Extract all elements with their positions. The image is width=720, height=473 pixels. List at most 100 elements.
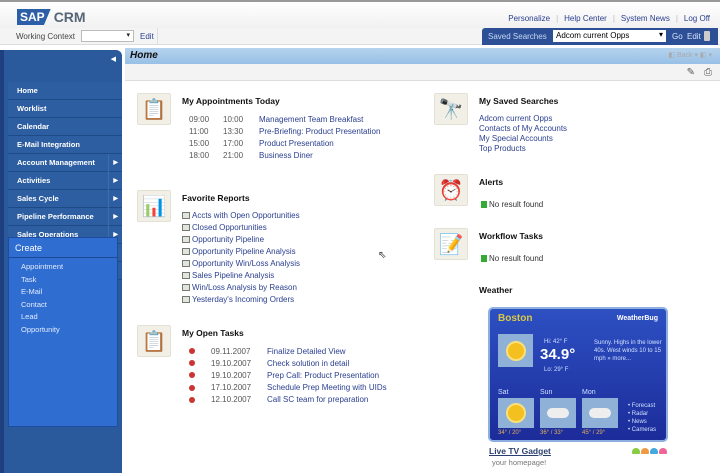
gadget-color-icons[interactable] — [632, 448, 667, 454]
report-item[interactable]: Sales Pipeline Analysis — [182, 269, 300, 281]
report-link[interactable]: Opportunity Win/Loss Analysis — [192, 259, 300, 268]
report-item[interactable]: Opportunity Win/Loss Analysis — [182, 258, 300, 270]
nav-item-e-mail-integration[interactable]: E-Mail Integration — [8, 136, 122, 154]
weather-link[interactable]: • News — [628, 418, 656, 426]
saved-search-link[interactable]: Contacts of My Accounts — [479, 124, 567, 133]
nav-item-pipeline-performance[interactable]: Pipeline Performance ▶ — [8, 208, 122, 226]
saved-searches-label: Saved Searches — [488, 32, 547, 41]
live-tv-gadget-link[interactable]: Live TV Gadget — [489, 446, 551, 456]
page-title: Home — [130, 50, 158, 61]
appointment-start: 09:00 — [189, 114, 210, 124]
go-button[interactable]: Go — [672, 32, 683, 41]
workflow-tasks-title: Workflow Tasks — [479, 231, 543, 241]
saved-searches-select[interactable]: Adcom current Opps ▾ — [553, 30, 666, 42]
task-clipboard-icon: 📋 — [137, 325, 171, 357]
nav-item-label: Pipeline Performance — [17, 212, 94, 221]
weather-more-link[interactable]: » more... — [607, 356, 631, 362]
appointment-end: 10:00 — [223, 114, 244, 124]
weather-widget[interactable]: Boston WeatherBug Hi: 42° F 34.9° Lo: 29… — [488, 307, 668, 442]
priority-high-icon — [189, 396, 195, 403]
appointment-link[interactable]: Pre-Briefing: Product Presentation — [259, 127, 380, 136]
weather-link[interactable]: • Radar — [628, 410, 656, 418]
working-context-edit-link[interactable]: Edit — [140, 32, 154, 41]
sap-crm-logo: SAP CRM — [17, 9, 86, 25]
log-off-link[interactable]: Log Off — [684, 14, 710, 23]
nav-item-calendar[interactable]: Calendar — [8, 118, 122, 136]
nav-item-activities[interactable]: Activities ▶ — [8, 172, 122, 190]
nav-item-worklist[interactable]: Worklist — [8, 100, 122, 118]
chevron-right-icon[interactable]: ▶ — [108, 172, 118, 190]
report-item[interactable]: Yesterday's Incoming Orders — [182, 293, 300, 305]
binoculars-icon: 🔭 — [434, 93, 468, 125]
report-item[interactable]: Win/Loss Analysis by Reason — [182, 281, 300, 293]
back-button[interactable]: ◧ Back ▾ ◧ ▾ — [668, 51, 712, 59]
open-tasks-title: My Open Tasks — [182, 328, 244, 338]
report-icon — [182, 271, 190, 279]
saved-search-link[interactable]: Top Products — [479, 144, 526, 153]
nav-item-sales-cycle[interactable]: Sales Cycle ▶ — [8, 190, 122, 208]
gadget-subtitle: your homepage! — [492, 458, 547, 467]
forecast-day-name: Mon — [582, 389, 596, 396]
chevron-right-icon[interactable]: ▶ — [108, 208, 118, 226]
chevron-right-icon[interactable]: ▶ — [108, 190, 118, 208]
weather-city: Boston — [498, 313, 533, 324]
trash-icon[interactable] — [704, 31, 710, 41]
partly-cloudy-icon — [540, 398, 576, 428]
edit-pencil-icon[interactable]: ✎ — [687, 67, 695, 78]
create-appointment[interactable]: Appointment — [9, 261, 117, 274]
report-link[interactable]: Win/Loss Analysis by Reason — [192, 283, 297, 292]
task-row: 09.11.2007 Finalize Detailed View — [182, 345, 387, 357]
task-link[interactable]: Prep Call: Product Presentation — [267, 371, 379, 380]
system-news-link[interactable]: System News — [621, 14, 670, 23]
task-link[interactable]: Finalize Detailed View — [267, 347, 346, 356]
report-item[interactable]: Closed Opportunities — [182, 222, 300, 234]
nav-item-home[interactable]: Home — [8, 82, 122, 100]
collapse-sidebar-icon[interactable]: ◀ — [111, 55, 116, 63]
create-task[interactable]: Task — [9, 274, 117, 287]
create-opportunity[interactable]: Opportunity — [9, 324, 117, 337]
working-context-select[interactable]: ▾ — [81, 30, 134, 42]
personalize-link[interactable]: Personalize — [508, 14, 550, 23]
saved-search-link[interactable]: My Special Accounts — [479, 134, 553, 143]
weather-title: Weather — [479, 285, 513, 295]
report-link[interactable]: Accts with Open Opportunities — [192, 211, 300, 220]
nav-item-label: Sales Cycle — [17, 194, 59, 203]
nav-item-account-management[interactable]: Account Management ▶ — [8, 154, 122, 172]
appointment-link[interactable]: Management Team Breakfast — [259, 115, 363, 124]
task-link[interactable]: Schedule Prep Meeting with UIDs — [267, 383, 387, 392]
report-link[interactable]: Opportunity Pipeline Analysis — [192, 247, 296, 256]
create-contact[interactable]: Contact — [9, 299, 117, 312]
help-center-link[interactable]: Help Center — [564, 14, 607, 23]
create-e-mail[interactable]: E-Mail — [9, 286, 117, 299]
info-icon — [481, 201, 487, 208]
task-date: 12.10.2007 — [211, 395, 252, 405]
saved-search-value: Adcom current Opps — [556, 31, 630, 40]
chevron-right-icon[interactable]: ▶ — [108, 154, 118, 172]
report-item[interactable]: Accts with Open Opportunities — [182, 210, 300, 222]
create-lead[interactable]: Lead — [9, 311, 117, 324]
task-link[interactable]: Call SC team for preparation — [267, 395, 368, 404]
weather-link[interactable]: • Forecast — [628, 402, 656, 410]
favorite-reports-title: Favorite Reports — [182, 193, 250, 203]
forecast-temps: 36° / 33° — [540, 430, 564, 436]
forecast-temps: 34° / 20° — [498, 430, 522, 436]
report-item[interactable]: Opportunity Pipeline Analysis — [182, 246, 300, 258]
appointment-end: 17:00 — [223, 138, 244, 148]
task-link[interactable]: Check solution in detail — [267, 359, 349, 368]
saved-search-link[interactable]: Adcom current Opps — [479, 114, 552, 123]
report-link[interactable]: Closed Opportunities — [192, 223, 267, 232]
mouse-cursor-icon: ⇖ — [378, 250, 387, 261]
appointment-link[interactable]: Business Diner — [259, 151, 313, 160]
report-icon — [182, 283, 190, 291]
report-item[interactable]: Opportunity Pipeline — [182, 234, 300, 246]
weather-link[interactable]: • Cameras — [628, 426, 656, 434]
saved-search-edit-link[interactable]: Edit — [687, 32, 701, 41]
report-link[interactable]: Opportunity Pipeline — [192, 235, 264, 244]
alerts-empty: No result found — [489, 200, 544, 209]
appointment-end: 13:30 — [223, 126, 244, 136]
report-link[interactable]: Sales Pipeline Analysis — [192, 271, 274, 280]
appointment-link[interactable]: Product Presentation — [259, 139, 334, 148]
report-link[interactable]: Yesterday's Incoming Orders — [192, 295, 294, 304]
print-icon[interactable]: ⎙ — [704, 67, 712, 78]
forecast-temps: 45° / 29° — [582, 430, 606, 436]
